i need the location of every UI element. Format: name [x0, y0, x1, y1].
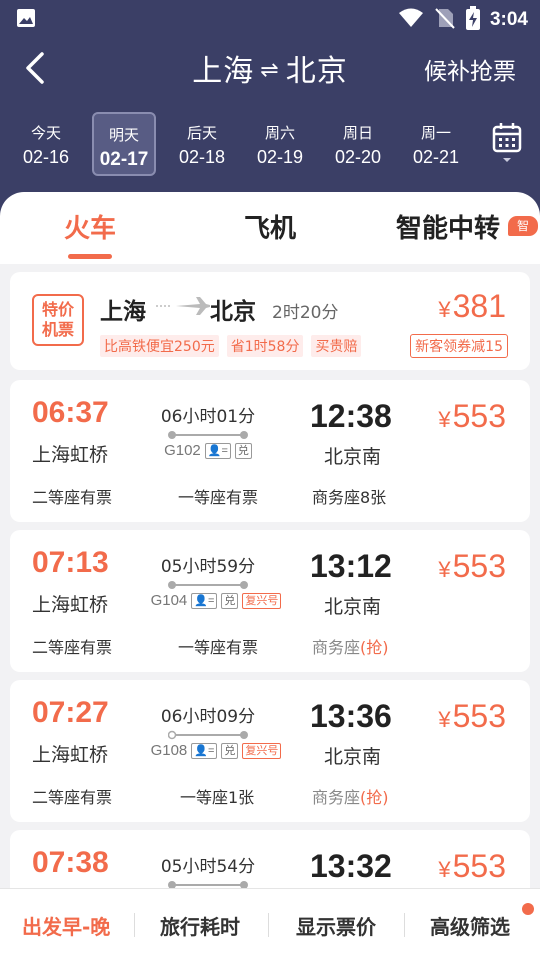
travel-duration: 05小时54分: [160, 857, 256, 877]
flight-duration: 2时20分: [272, 303, 339, 323]
exchange-icon: 兑: [234, 442, 252, 459]
date-item-today[interactable]: 今天 02-16: [14, 112, 78, 176]
clock: 3:04: [489, 9, 528, 30]
route-line: [168, 730, 248, 740]
tag-price-guarantee: 买贵赔: [311, 335, 362, 357]
seat-second-class: 二等座有票: [32, 488, 113, 507]
route-line: [168, 431, 248, 439]
id-card-icon: 👤=: [191, 742, 218, 759]
seat-first-class: 一等座有票: [178, 488, 259, 507]
seat-second-class: 二等座有票: [32, 638, 113, 657]
tab-transfer[interactable]: 智能中转: [396, 208, 500, 245]
ticket-price: ¥553: [438, 398, 506, 434]
departure-time: 07:27: [32, 696, 109, 729]
transport-tabs: 火车 飞机 智能中转 智: [0, 192, 540, 264]
flight-to: 北京: [210, 299, 256, 325]
departure-station: 上海虹桥: [32, 594, 109, 616]
swap-icon: ⇌: [260, 58, 280, 83]
train-code: G108: [150, 742, 188, 759]
arrival-time: 13:32: [310, 848, 392, 884]
flight-tags: 比高铁便宜250元 省1时58分 买贵赔: [100, 335, 362, 357]
to-city: 北京: [285, 54, 348, 89]
calendar-icon: [492, 123, 522, 162]
train-code-row: G108 👤= 兑 复兴号: [126, 742, 306, 759]
show-price-button[interactable]: 显示票价: [296, 911, 376, 940]
id-card-icon: 👤=: [204, 442, 231, 459]
wifi-icon: [398, 8, 424, 32]
train-code: G102: [164, 442, 201, 459]
tag-cheaper: 比高铁便宜250元: [100, 335, 219, 357]
tab-train[interactable]: 火车: [64, 208, 116, 245]
departure-time: 07:13: [32, 546, 109, 579]
fuxing-badge: 复兴号: [242, 592, 282, 609]
train-code: G104: [150, 592, 188, 609]
date-item-sunday[interactable]: 周日 02-20: [326, 112, 390, 176]
ticket-price: ¥553: [438, 848, 506, 884]
route-line: [168, 581, 248, 589]
train-card[interactable]: 07:13 上海虹桥 05小时59分 G104 👤= 兑 复兴号 13:12 北…: [10, 530, 530, 672]
seat-first-class: 一等座有票: [178, 638, 259, 657]
coupon-badge[interactable]: 新客领券减15: [410, 334, 508, 358]
exchange-icon: 兑: [221, 592, 239, 609]
travel-duration: 06小时09分: [160, 707, 256, 727]
calendar-button[interactable]: [492, 122, 522, 170]
smart-badge: 智: [508, 216, 538, 236]
seat-second-class: 二等座有票: [32, 788, 113, 807]
flight-price: ¥381: [438, 288, 506, 324]
divider: [404, 913, 405, 937]
tab-underline: [68, 254, 112, 259]
id-card-icon: 👤=: [191, 592, 218, 609]
train-card[interactable]: 06:37 上海虹桥 06小时01分 G102 👤= 兑 12:38 北京南 ¥…: [10, 380, 530, 522]
sort-departure-button[interactable]: 出发早-晚: [22, 911, 110, 940]
airplane-icon: [156, 294, 212, 322]
seat-business-class: 商务座8张: [312, 488, 387, 507]
date-item-tomorrow[interactable]: 明天 02-17: [92, 112, 156, 176]
arrival-station: 北京南: [324, 596, 382, 618]
fuxing-badge: 复兴号: [242, 742, 282, 759]
special-flight-badge: 特价 机票: [32, 294, 84, 346]
divider: [134, 913, 135, 937]
train-code-row: G104 👤= 兑 复兴号: [126, 592, 306, 609]
date-item-saturday[interactable]: 周六 02-19: [248, 112, 312, 176]
flight-card[interactable]: 特价 机票 上海 北京 2时20分 ¥381 比高铁便宜250元 省1时58分 买…: [10, 272, 530, 370]
travel-duration: 05小时59分: [160, 557, 256, 577]
train-card[interactable]: 07:27 上海虹桥 06小时09分 G108 👤= 兑 复兴号 13:36 北…: [10, 680, 530, 822]
tag-save-time: 省1时58分: [226, 335, 304, 357]
date-item-monday[interactable]: 周一 02-21: [404, 112, 468, 176]
notification-dot: [522, 903, 534, 915]
arrival-station: 北京南: [324, 746, 382, 768]
seat-first-class: 一等座1张: [180, 788, 255, 807]
departure-station: 上海虹桥: [32, 744, 109, 766]
arrival-time: 13:36: [310, 698, 392, 734]
sort-duration-button[interactable]: 旅行耗时: [160, 911, 240, 940]
seat-business-class[interactable]: 商务座(抢): [312, 634, 389, 658]
travel-duration: 06小时01分: [160, 407, 256, 427]
arrival-time: 13:12: [310, 548, 392, 584]
departure-time: 07:38: [32, 846, 109, 879]
exchange-icon: 兑: [221, 742, 239, 759]
grab-ticket-label: (抢): [360, 788, 389, 807]
status-bar: 3:04: [0, 0, 540, 36]
from-city: 上海: [192, 54, 255, 89]
ticket-price: ¥553: [438, 548, 506, 584]
train-code-row: G102 👤= 兑: [140, 442, 276, 459]
date-item-day-after[interactable]: 后天 02-18: [170, 112, 234, 176]
divider: [268, 913, 269, 937]
flight-from: 上海: [100, 299, 146, 325]
departure-time: 06:37: [32, 396, 109, 429]
seat-business-class[interactable]: 商务座(抢): [312, 784, 389, 808]
grab-ticket-label: (抢): [360, 638, 389, 657]
advanced-filter-button[interactable]: 高级筛选: [430, 911, 510, 940]
tab-plane[interactable]: 飞机: [244, 208, 296, 245]
battery-charging-icon: [465, 6, 480, 34]
departure-station: 上海虹桥: [32, 444, 109, 466]
waitlist-button[interactable]: 候补抢票: [424, 52, 516, 86]
no-sim-icon: [434, 7, 456, 33]
image-notification-icon: [16, 8, 36, 32]
bottom-toolbar: 出发早-晚 旅行耗时 显示票价 高级筛选: [0, 888, 540, 960]
arrival-station: 北京南: [324, 446, 382, 468]
date-selector: 今天 02-16 明天 02-17 后天 02-18 周六 02-19 周日 02-20 …: [8, 112, 540, 176]
arrival-time: 12:38: [310, 398, 392, 434]
ticket-price: ¥553: [438, 698, 506, 734]
